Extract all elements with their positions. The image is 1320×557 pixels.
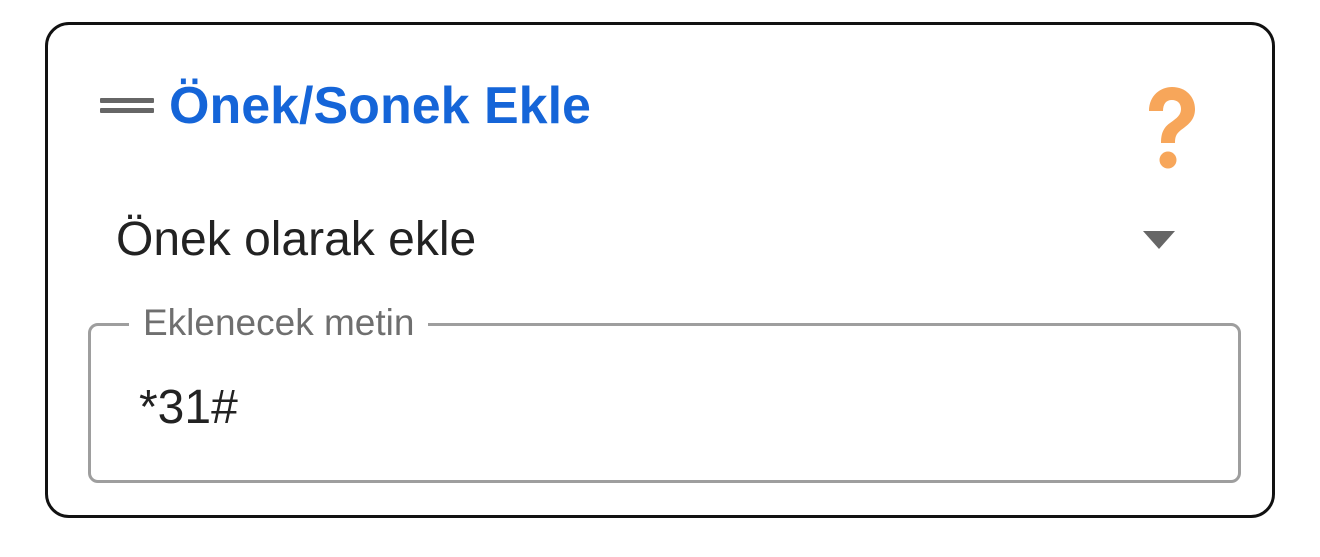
dropdown-arrow-icon[interactable] bbox=[1143, 231, 1175, 249]
text-to-add-label: Eklenecek metin bbox=[129, 299, 429, 347]
text-to-add-field: Eklenecek metin bbox=[88, 299, 1241, 483]
add-prefix-suffix-card: Önek/Sonek Ekle Önek olarak ekle Eklenec… bbox=[45, 22, 1275, 518]
drag-handle-icon[interactable] bbox=[100, 95, 154, 113]
text-to-add-input[interactable] bbox=[139, 378, 1199, 438]
mode-select[interactable]: Önek olarak ekle bbox=[108, 203, 1188, 279]
question-mark-icon[interactable] bbox=[1141, 85, 1201, 175]
mode-select-value: Önek olarak ekle bbox=[116, 213, 477, 266]
drag-handle-bar-top bbox=[100, 98, 154, 103]
drag-handle-bar-bottom bbox=[100, 108, 154, 113]
card-title: Önek/Sonek Ekle bbox=[169, 77, 591, 135]
